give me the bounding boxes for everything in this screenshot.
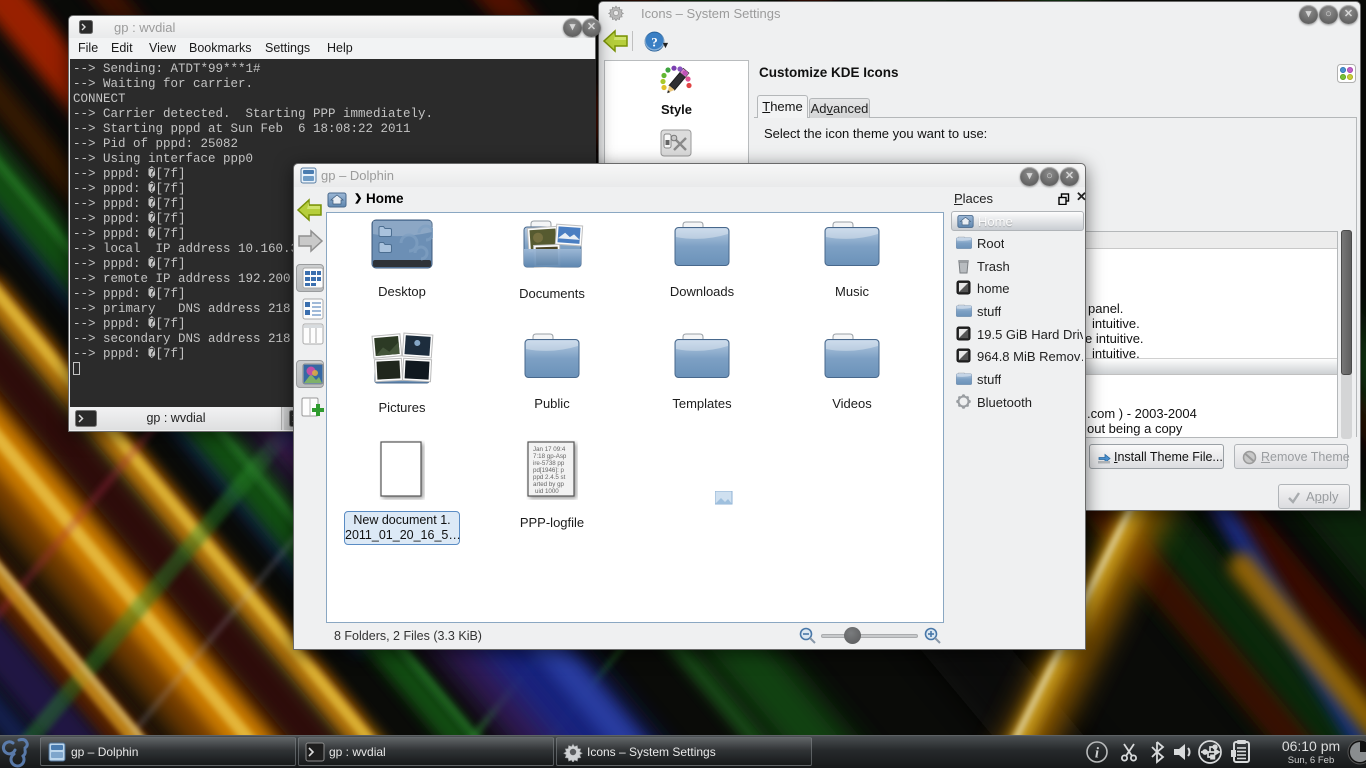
svg-text:i: i	[1095, 746, 1100, 762]
svg-text:pd[1946]: p: pd[1946]: p	[533, 467, 565, 474]
svg-text:?: ?	[651, 35, 658, 50]
svg-text:7:18 gp-Asp: 7:18 gp-Asp	[533, 453, 567, 460]
svg-text:Jan 17 09:4: Jan 17 09:4	[533, 446, 566, 453]
svg-text:ppd 2.4.5 st: ppd 2.4.5 st	[533, 474, 566, 481]
svg-text:ire-5738 pp: ire-5738 pp	[533, 460, 565, 467]
svg-text:arted by gp: arted by gp	[533, 481, 565, 488]
svg-text:uid 1000: uid 1000	[535, 488, 559, 495]
